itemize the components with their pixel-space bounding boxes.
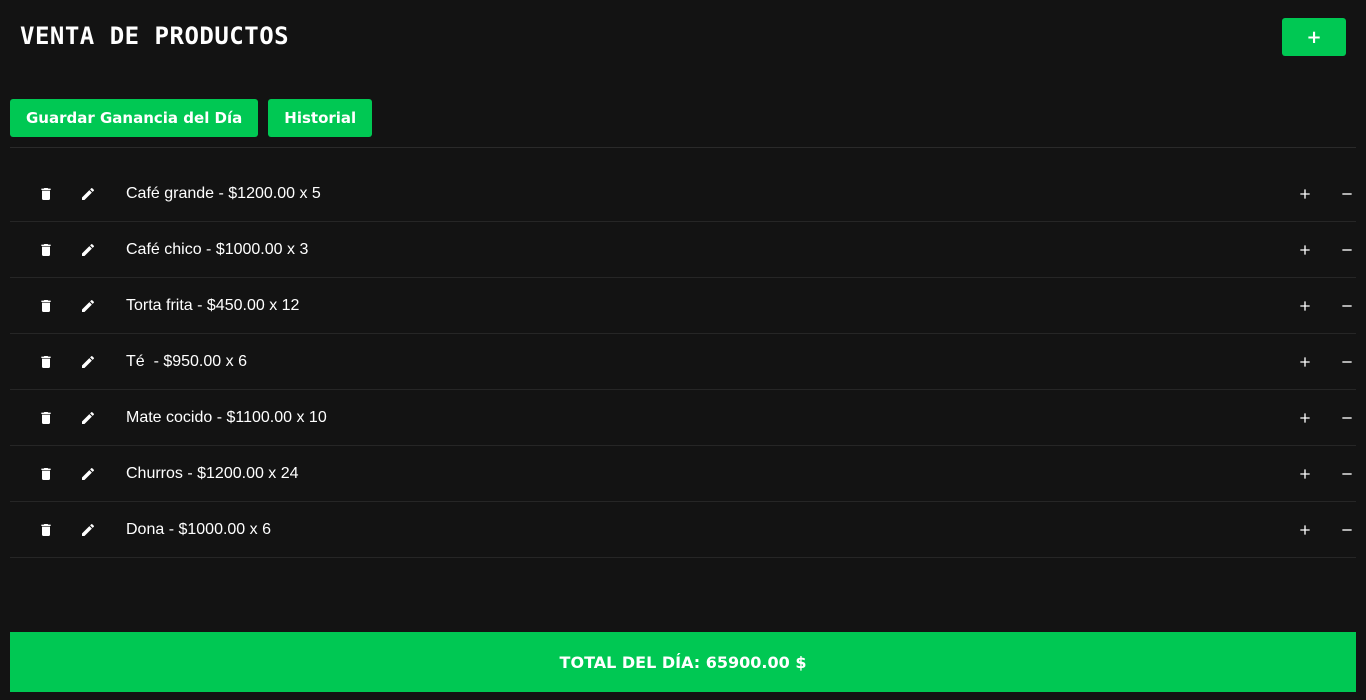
pencil-icon[interactable] [78,520,98,540]
header: VENTA DE PRODUCTOS + [0,0,1366,78]
history-button[interactable]: Historial [268,99,373,137]
plus-icon[interactable] [1295,184,1315,204]
product-label: Mate cocido - $1100.00 x 10 [126,408,327,426]
product-label: Café chico - $1000.00 x 3 [126,240,309,258]
product-label: Té - $950.00 x 6 [126,352,247,370]
page-title: VENTA DE PRODUCTOS [20,22,290,50]
minus-icon[interactable] [1337,352,1357,372]
pencil-icon[interactable] [78,240,98,260]
product-label: Dona - $1000.00 x 6 [126,520,271,538]
plus-icon[interactable] [1295,296,1315,316]
action-bar: Guardar Ganancia del Día Historial [10,99,373,137]
divider [10,147,1356,148]
daily-total: TOTAL DEL DÍA: 65900.00 $ [559,652,807,672]
pencil-icon[interactable] [78,464,98,484]
product-label: Café grande - $1200.00 x 5 [126,184,321,202]
list-item: Té - $950.00 x 6 [10,334,1356,390]
product-list: Café grande - $1200.00 x 5 Café chico - … [10,166,1356,558]
plus-icon[interactable] [1295,408,1315,428]
plus-icon[interactable] [1295,464,1315,484]
plus-icon[interactable] [1295,352,1315,372]
minus-icon[interactable] [1337,464,1357,484]
trash-icon[interactable] [36,464,56,484]
minus-icon[interactable] [1337,240,1357,260]
list-item: Torta frita - $450.00 x 12 [10,278,1356,334]
pencil-icon[interactable] [78,352,98,372]
product-label: Churros - $1200.00 x 24 [126,464,299,482]
minus-icon[interactable] [1337,408,1357,428]
add-product-button[interactable]: + [1282,18,1346,56]
pencil-icon[interactable] [78,184,98,204]
pencil-icon[interactable] [78,408,98,428]
pencil-icon[interactable] [78,296,98,316]
app: VENTA DE PRODUCTOS + Guardar Ganancia de… [0,0,1366,700]
trash-icon[interactable] [36,408,56,428]
save-daily-profit-button[interactable]: Guardar Ganancia del Día [10,99,259,137]
list-item: Café grande - $1200.00 x 5 [10,166,1356,222]
minus-icon[interactable] [1337,520,1357,540]
trash-icon[interactable] [36,240,56,260]
list-item: Churros - $1200.00 x 24 [10,446,1356,502]
trash-icon[interactable] [36,184,56,204]
minus-icon[interactable] [1337,184,1357,204]
trash-icon[interactable] [36,296,56,316]
trash-icon[interactable] [36,520,56,540]
list-item: Mate cocido - $1100.00 x 10 [10,390,1356,446]
plus-icon[interactable] [1295,520,1315,540]
list-item: Dona - $1000.00 x 6 [10,502,1356,558]
minus-icon[interactable] [1337,296,1357,316]
total-bar: TOTAL DEL DÍA: 65900.00 $ [10,632,1356,692]
product-label: Torta frita - $450.00 x 12 [126,296,300,314]
list-item: Café chico - $1000.00 x 3 [10,222,1356,278]
trash-icon[interactable] [36,352,56,372]
plus-icon[interactable] [1295,240,1315,260]
